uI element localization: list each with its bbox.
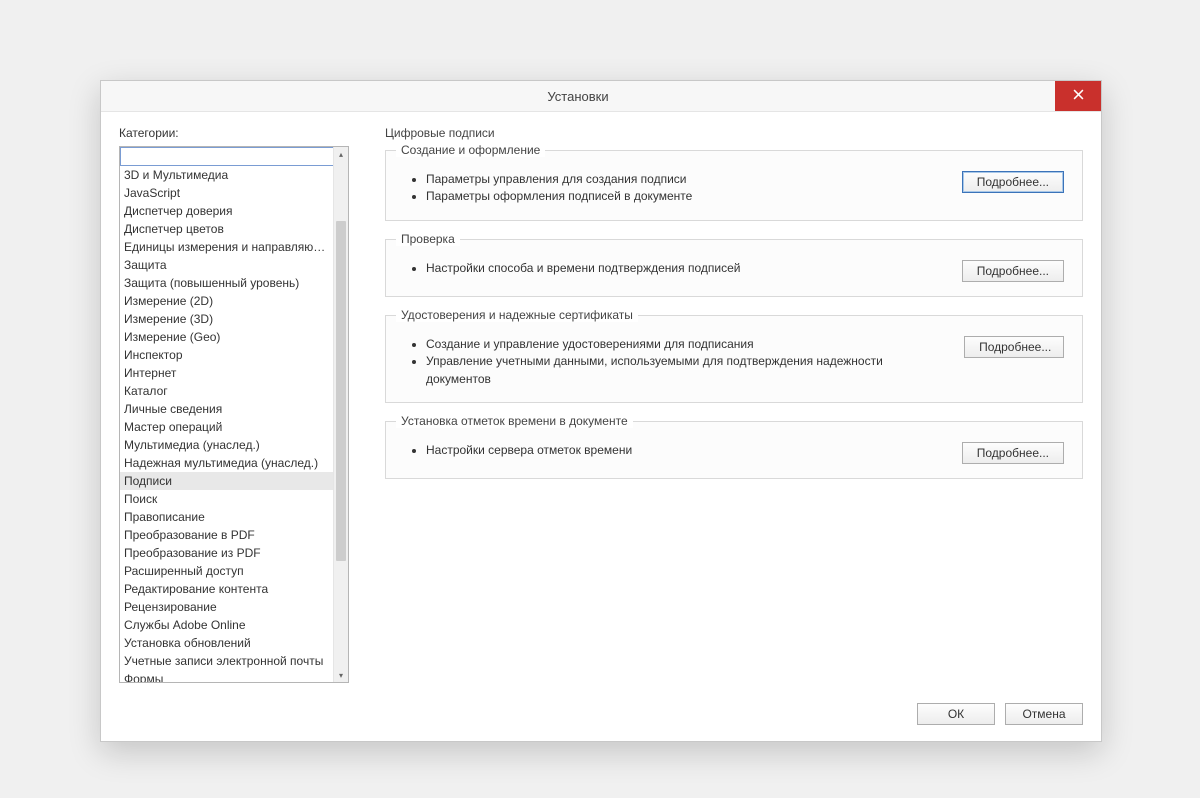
cancel-button[interactable]: Отмена	[1005, 703, 1083, 725]
category-item[interactable]: Подписи	[120, 472, 334, 490]
category-item[interactable]: Интернет	[120, 364, 334, 382]
more-button[interactable]: Подробнее...	[962, 171, 1064, 193]
panel-title: Цифровые подписи	[385, 126, 1083, 140]
category-item[interactable]: Надежная мультимедиа (унаслед.)	[120, 454, 334, 472]
category-item[interactable]: Диспетчер цветов	[120, 220, 334, 238]
titlebar: Установки	[101, 81, 1101, 112]
category-item[interactable]: Инспектор	[120, 346, 334, 364]
dialog-body: Категории: 3D и МультимедиаJavaScriptДис…	[101, 112, 1101, 693]
dialog-title: Установки	[101, 89, 1055, 104]
categories-search-input[interactable]	[120, 147, 334, 166]
group-content: Создание и управление удостоверениями дл…	[404, 336, 1064, 388]
category-item[interactable]: Редактирование контента	[120, 580, 334, 598]
scrollbar-track[interactable]	[334, 161, 348, 668]
categories-scroll-area: 3D и МультимедиаJavaScriptДиспетчер дове…	[120, 147, 334, 682]
category-item[interactable]: Установка обновлений	[120, 634, 334, 652]
category-item[interactable]: Защита	[120, 256, 334, 274]
scrollbar-thumb[interactable]	[336, 221, 346, 561]
close-button[interactable]	[1055, 81, 1101, 111]
group-content: Настройки сервера отметок времени Подробн…	[404, 442, 1064, 464]
category-item[interactable]: Расширенный доступ	[120, 562, 334, 580]
group-bullet: Параметры управления для создания подпис…	[426, 171, 692, 188]
category-item[interactable]: 3D и Мультимедиа	[120, 166, 334, 184]
category-item[interactable]: Учетные записи электронной почты	[120, 652, 334, 670]
category-item[interactable]: Службы Adobe Online	[120, 616, 334, 634]
group-bullet: Параметры оформления подписей в документ…	[426, 188, 692, 205]
category-item[interactable]: Измерение (3D)	[120, 310, 334, 328]
group-bullet: Настройки способа и времени подтверждени…	[426, 260, 740, 277]
main-panel: Цифровые подписи Создание и оформлениеПа…	[385, 126, 1083, 683]
sidebar: Категории: 3D и МультимедиаJavaScriptДис…	[119, 126, 349, 683]
scroll-up-arrow-icon[interactable]: ▴	[334, 147, 348, 161]
group-box: ПроверкаНастройки способа и времени подт…	[385, 239, 1083, 297]
category-item[interactable]: Рецензирование	[120, 598, 334, 616]
group-label: Удостоверения и надежные сертификаты	[396, 308, 638, 322]
categories-listbox: 3D и МультимедиаJavaScriptДиспетчер дове…	[119, 146, 349, 683]
category-item[interactable]: Поиск	[120, 490, 334, 508]
category-item[interactable]: Мастер операций	[120, 418, 334, 436]
group-bullets: Настройки сервера отметок времени	[404, 442, 632, 459]
category-item[interactable]: Каталог	[120, 382, 334, 400]
category-item[interactable]: Правописание	[120, 508, 334, 526]
group-box: Удостоверения и надежные сертификатыСозд…	[385, 315, 1083, 403]
group-bullet: Создание и управление удостоверениями дл…	[426, 336, 934, 353]
category-item[interactable]: Мультимедиа (унаслед.)	[120, 436, 334, 454]
category-item[interactable]: Преобразование из PDF	[120, 544, 334, 562]
group-content: Параметры управления для создания подпис…	[404, 171, 1064, 206]
close-icon	[1073, 89, 1084, 103]
group-bullet: Настройки сервера отметок времени	[426, 442, 632, 459]
category-item[interactable]: JavaScript	[120, 184, 334, 202]
category-item[interactable]: Диспетчер доверия	[120, 202, 334, 220]
category-item[interactable]: Измерение (Geo)	[120, 328, 334, 346]
category-item[interactable]: Формы	[120, 670, 334, 682]
group-bullets: Параметры управления для создания подпис…	[404, 171, 692, 206]
preferences-dialog: Установки Категории: 3D и МультимедиаJav…	[100, 80, 1102, 742]
category-item[interactable]: Личные сведения	[120, 400, 334, 418]
group-label: Установка отметок времени в документе	[396, 414, 633, 428]
more-button[interactable]: Подробнее...	[962, 260, 1064, 282]
group-bullets: Создание и управление удостоверениями дл…	[404, 336, 934, 388]
group-box: Создание и оформлениеПараметры управлени…	[385, 150, 1083, 221]
group-label: Создание и оформление	[396, 143, 545, 157]
group-box: Установка отметок времени в документеНас…	[385, 421, 1083, 479]
category-item[interactable]: Преобразование в PDF	[120, 526, 334, 544]
category-item[interactable]: Измерение (2D)	[120, 292, 334, 310]
categories-scrollbar[interactable]: ▴ ▾	[333, 147, 348, 682]
dialog-footer: ОК Отмена	[101, 693, 1101, 741]
category-item[interactable]: Защита (повышенный уровень)	[120, 274, 334, 292]
group-label: Проверка	[396, 232, 460, 246]
category-item[interactable]: Единицы измерения и направляющие	[120, 238, 334, 256]
categories-label: Категории:	[119, 126, 349, 140]
more-button[interactable]: Подробнее...	[962, 442, 1064, 464]
group-bullet: Управление учетными данными, используемы…	[426, 353, 934, 388]
ok-button[interactable]: ОК	[917, 703, 995, 725]
group-bullets: Настройки способа и времени подтверждени…	[404, 260, 740, 277]
group-content: Настройки способа и времени подтверждени…	[404, 260, 1064, 282]
more-button[interactable]: Подробнее...	[964, 336, 1064, 358]
scroll-down-arrow-icon[interactable]: ▾	[334, 668, 348, 682]
